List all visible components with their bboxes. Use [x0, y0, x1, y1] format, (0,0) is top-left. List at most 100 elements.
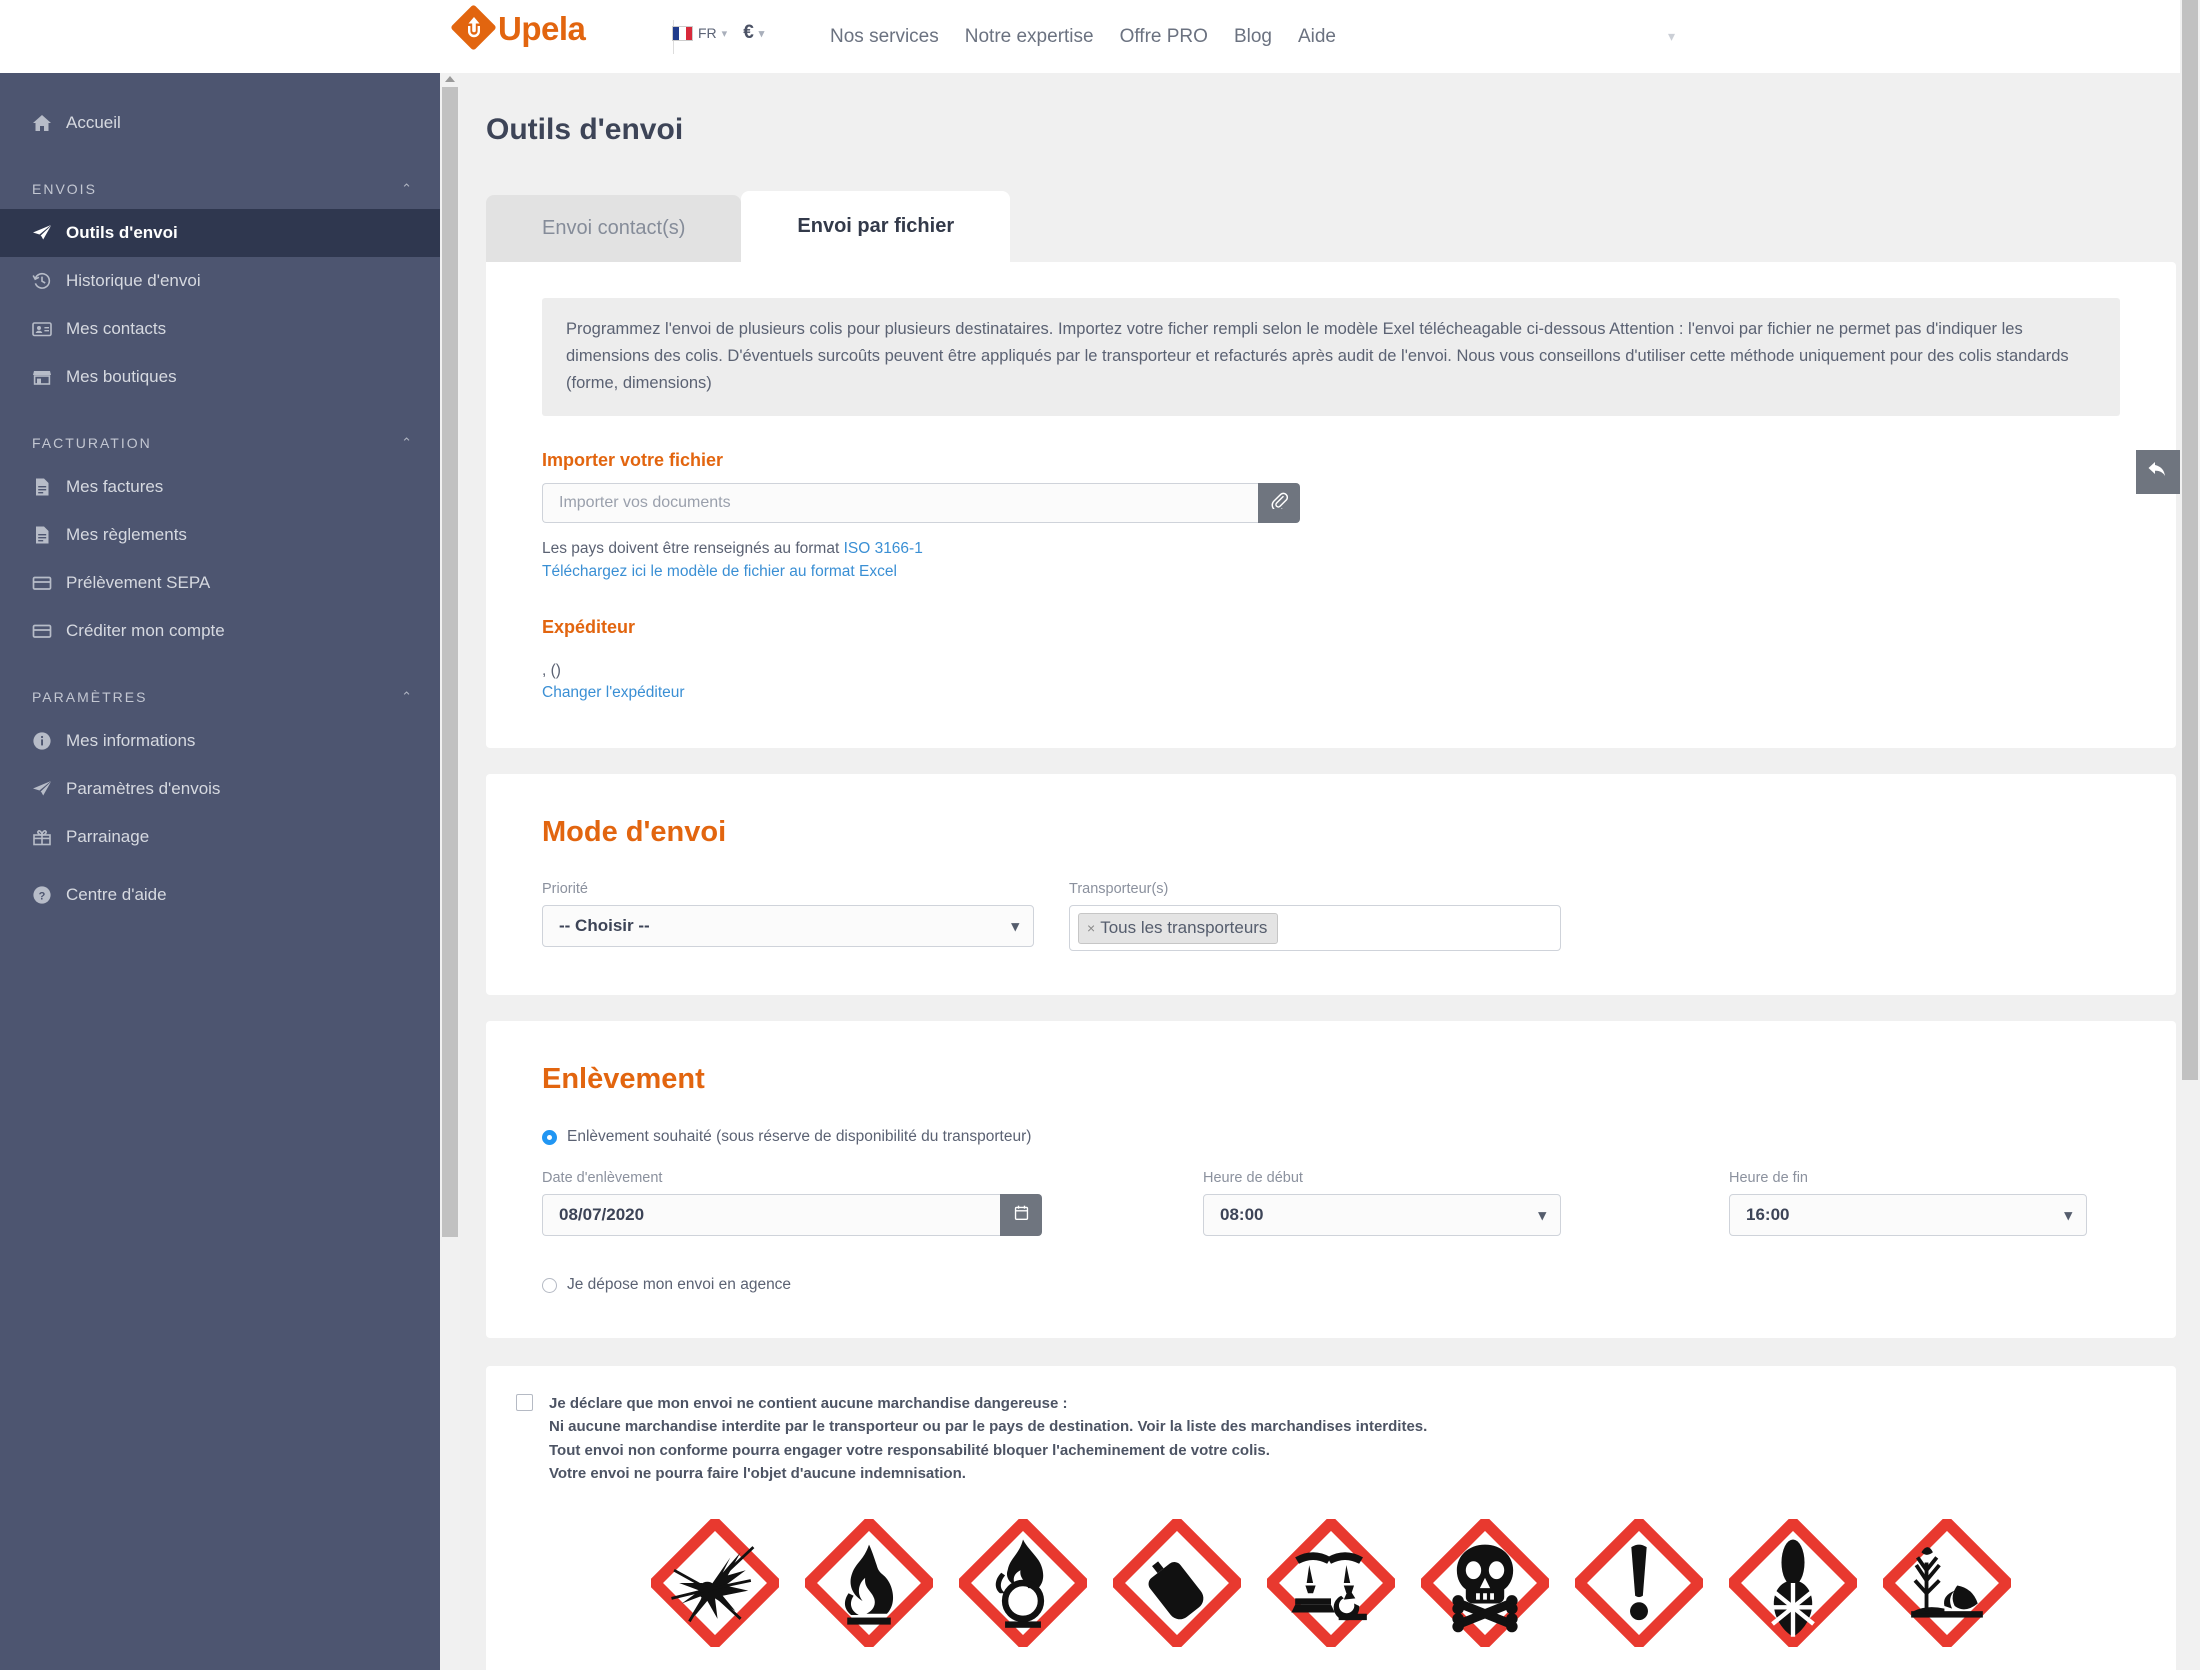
toxic-skull-hazard-icon [1421, 1519, 1549, 1648]
sidebar-item-mes-informations[interactable]: Mes informations [0, 717, 440, 765]
info-icon [32, 731, 66, 751]
carrier-field: Transporteur(s) × Tous les transporteurs [1069, 881, 1561, 952]
language-label: FR [698, 25, 717, 41]
credit-card-icon [32, 573, 66, 593]
currency-selector[interactable]: € ▾ [743, 22, 764, 44]
nav-item-blog[interactable]: Blog [1234, 26, 1272, 48]
sidebar-item-mes-contacts[interactable]: Mes contacts [0, 305, 440, 353]
sidebar-item-label: Mes factures [66, 477, 164, 496]
sidebar-item-prelevement-sepa[interactable]: Prélèvement SEPA [0, 559, 440, 607]
pickup-date-field: Date d'enlèvement 08/07/2020 [542, 1170, 1042, 1237]
carrier-multiselect[interactable]: × Tous les transporteurs [1069, 905, 1561, 952]
file-input[interactable]: Importer vos documents [542, 482, 1258, 523]
sidebar-item-label: Outils d'envoi [66, 223, 178, 242]
scrollbar-thumb[interactable] [2182, 0, 2198, 1080]
radio-enlevement-label: Enlèvement souhaité (sous réserve de dis… [567, 1128, 1032, 1146]
sidebar-scrollbar[interactable] [440, 73, 460, 1670]
sidebar-item-label: Créditer mon compte [66, 621, 225, 640]
priority-select[interactable]: -- Choisir -- ▾ [542, 905, 1034, 948]
change-sender-link[interactable]: Changer l'expéditeur [542, 684, 2120, 702]
radio-enlevement-souhaite[interactable] [542, 1129, 557, 1145]
credit-card-icon [32, 621, 66, 641]
sidebar-item-label: Mes règlements [66, 525, 187, 544]
chip-remove-icon[interactable]: × [1087, 920, 1095, 936]
sidebar-item-mes-boutiques[interactable]: Mes boutiques [0, 353, 440, 401]
iso-hint-text: Les pays doivent être renseignés au form… [542, 539, 844, 557]
iso-3166-link[interactable]: ISO 3166-1 [844, 540, 923, 557]
iso-hint: Les pays doivent être renseignés au form… [542, 537, 2120, 560]
language-selector[interactable]: FR ▾ [672, 25, 727, 41]
priority-value: -- Choisir -- [559, 916, 650, 936]
sidebar-group-envois[interactable]: ENVOIS ⌃ [0, 169, 440, 209]
sidebar-item-historique-denvoi[interactable]: Historique d'envoi [0, 257, 440, 305]
store-icon [32, 367, 66, 387]
brand-logo[interactable]: Upela [450, 4, 586, 51]
tab-bar: Envoi contact(s) Envoi par fichier [486, 191, 2200, 262]
nav-item-services[interactable]: Nos services [830, 26, 939, 48]
dangerous-goods-checkbox[interactable] [516, 1394, 533, 1412]
gift-icon [32, 827, 66, 847]
pickup-start-select[interactable]: 08:00 ▾ [1203, 1194, 1561, 1237]
hazard-pictograms [516, 1519, 2146, 1661]
chevron-up-icon: ⌃ [401, 435, 414, 450]
declaration-line-3: Tout envoi non conforme pourra engager v… [549, 1441, 1270, 1459]
attach-file-button[interactable] [1258, 482, 1300, 523]
sidebar-item-mes-factures[interactable]: Mes factures [0, 463, 440, 511]
chevron-down-icon: ▾ [1538, 1207, 1546, 1225]
sidebar-group-parametres[interactable]: PARAMÈTRES ⌃ [0, 677, 440, 717]
nav-item-expertise[interactable]: Notre expertise [965, 26, 1094, 48]
declaration-line-2: Ni aucune marchandise interdite par le t… [549, 1418, 1428, 1436]
pickup-date-input[interactable]: 08/07/2020 [542, 1194, 1000, 1237]
sidebar-group-facturation[interactable]: FACTURATION ⌃ [0, 423, 440, 463]
corrosive-hazard-icon [1267, 1519, 1395, 1648]
sidebar-group-title: ENVOIS [32, 181, 97, 197]
sidebar-item-mes-reglements[interactable]: Mes règlements [0, 511, 440, 559]
sender-label: Expéditeur [542, 617, 636, 638]
upela-logo-icon [450, 4, 497, 51]
sidebar-item-crediter-mon-compte[interactable]: Créditer mon compte [0, 607, 440, 655]
chevron-down-icon: ▾ [758, 27, 765, 40]
info-notice: Programmez l'envoi de plusieurs colis po… [542, 298, 2120, 416]
carrier-chip[interactable]: × Tous les transporteurs [1078, 912, 1279, 944]
import-card: Programmez l'envoi de plusieurs colis po… [486, 262, 2176, 749]
chevron-up-icon: ⌃ [401, 181, 414, 196]
explosive-hazard-icon [651, 1519, 779, 1648]
declaration-card: Je déclare que mon envoi ne contient auc… [486, 1366, 2176, 1670]
pickup-end-label: Heure de fin [1729, 1170, 1808, 1187]
sidebar-item-parametres-denvois[interactable]: Paramètres d'envois [0, 765, 440, 813]
tab-envoi-par-fichier[interactable]: Envoi par fichier [741, 191, 1011, 262]
sidebar-group-title: PARAMÈTRES [32, 689, 148, 705]
calendar-button[interactable] [1000, 1194, 1042, 1237]
carrier-label: Transporteur(s) [1069, 881, 1169, 898]
radio-depot-label: Je dépose mon envoi en agence [567, 1276, 792, 1294]
pickup-start-field: Heure de début 08:00 ▾ [1203, 1170, 1561, 1237]
sidebar-item-accueil[interactable]: Accueil [0, 99, 440, 147]
nav-item-aide[interactable]: Aide [1298, 26, 1336, 48]
dropoff-option-row[interactable]: Je dépose mon envoi en agence [542, 1276, 2120, 1294]
radio-depot-agence[interactable] [542, 1277, 557, 1293]
import-label: Importer votre fichier [542, 449, 724, 470]
pickup-option-row[interactable]: Enlèvement souhaité (sous réserve de dis… [542, 1128, 2120, 1146]
chevron-down-icon: ▾ [721, 27, 728, 40]
tab-envoi-contacts[interactable]: Envoi contact(s) [486, 195, 742, 262]
pickup-end-select[interactable]: 16:00 ▾ [1729, 1194, 2087, 1237]
sidebar-item-parrainage[interactable]: Parrainage [0, 813, 440, 861]
sidebar-item-outils-denvoi[interactable]: Outils d'envoi [0, 209, 440, 257]
account-chevron-down-icon[interactable]: ▾ [1668, 28, 1675, 45]
mode-denvoi-title: Mode d'envoi [542, 816, 727, 849]
gas-cylinder-hazard-icon [1113, 1519, 1241, 1648]
enlevement-title: Enlèvement [542, 1063, 705, 1096]
scrollbar-thumb[interactable] [442, 87, 458, 1237]
page-scrollbar[interactable] [2180, 0, 2200, 1670]
back-to-top-button[interactable] [2136, 450, 2180, 494]
main-nav: Nos services Notre expertise Offre PRO B… [830, 0, 1336, 73]
reply-arrow-icon [2146, 458, 2170, 487]
nav-item-offre-pro[interactable]: Offre PRO [1120, 26, 1208, 48]
sidebar-item-centre-daide[interactable]: ? Centre d'aide [0, 871, 440, 919]
sender-block: Expéditeur , () Changer l'expéditeur [542, 617, 2120, 702]
pickup-end-value: 16:00 [1746, 1205, 1790, 1225]
history-icon [32, 271, 66, 291]
svg-text:?: ? [39, 890, 46, 902]
excel-template-link[interactable]: Téléchargez ici le modèle de fichier au … [542, 563, 897, 580]
scroll-up-arrow-icon[interactable] [445, 76, 455, 82]
